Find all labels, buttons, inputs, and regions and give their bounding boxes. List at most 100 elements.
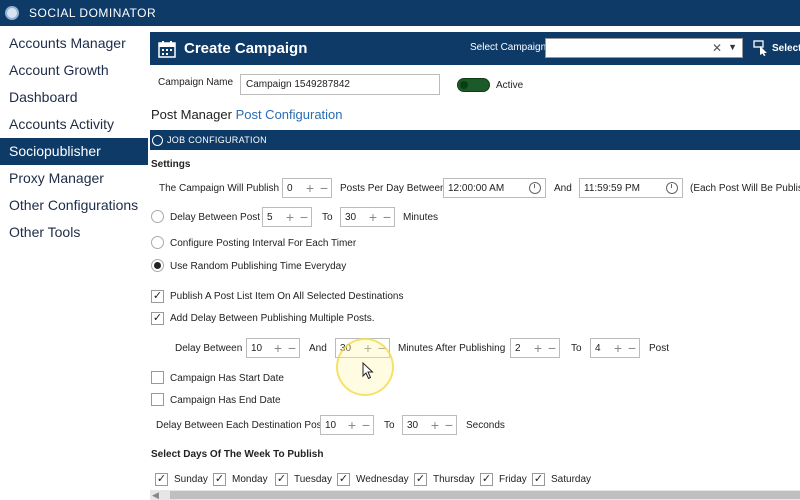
sidebar: Accounts Manager Account Growth Dashboar… xyxy=(0,30,148,246)
calendar-icon xyxy=(158,40,176,58)
select-campaign-dropdown[interactable]: ✕ ▼ xyxy=(545,38,743,58)
end-time-value: 11:59:59 PM xyxy=(584,182,640,194)
dest-from-stepper[interactable]: 10 + − xyxy=(320,415,374,435)
configure-interval-radio[interactable] xyxy=(151,236,164,249)
select-button[interactable]: Select xyxy=(772,43,800,54)
delay-between-post-radio[interactable] xyxy=(151,210,164,223)
tab-post-manager[interactable]: Post Manager xyxy=(151,107,232,122)
plus-icon[interactable]: + xyxy=(303,179,317,197)
day-checkbox[interactable]: ✓ xyxy=(337,473,350,486)
plus-icon[interactable]: + xyxy=(366,208,380,226)
posts-per-day-value: 0 xyxy=(287,182,293,194)
day-checkbox[interactable]: ✓ xyxy=(213,473,226,486)
clock-icon[interactable] xyxy=(529,182,541,194)
start-time-picker[interactable]: 12:00:00 AM xyxy=(443,178,546,198)
minus-icon[interactable]: − xyxy=(359,416,373,434)
end-date-checkbox[interactable] xyxy=(151,393,164,406)
minus-icon[interactable]: − xyxy=(380,208,394,226)
after-from-stepper[interactable]: 2 + − xyxy=(510,338,560,358)
add-delay-checkbox[interactable]: ✓ xyxy=(151,312,164,325)
day-saturday[interactable]: ✓ Saturday xyxy=(532,473,591,486)
sidebar-item-sociopublisher[interactable]: Sociopublisher xyxy=(0,138,148,165)
scroll-left-icon[interactable]: ◀ xyxy=(152,490,159,500)
day-friday[interactable]: ✓ Friday xyxy=(480,473,527,486)
day-wednesday[interactable]: ✓ Wednesday xyxy=(337,473,409,486)
plus-icon[interactable]: + xyxy=(345,416,359,434)
sidebar-item-accounts-activity[interactable]: Accounts Activity xyxy=(0,111,148,138)
start-date-checkbox[interactable] xyxy=(151,371,164,384)
clear-icon[interactable]: ✕ xyxy=(712,41,722,55)
day-thursday[interactable]: ✓ Thursday xyxy=(414,473,475,486)
sidebar-item-other-configurations[interactable]: Other Configurations xyxy=(0,192,148,219)
add-delay-label: Add Delay Between Publishing Multiple Po… xyxy=(170,313,375,324)
minus-icon[interactable]: − xyxy=(625,339,639,357)
plus-icon[interactable]: + xyxy=(611,339,625,357)
random-time-radio[interactable] xyxy=(151,259,164,272)
tab-post-configuration[interactable]: Post Configuration xyxy=(236,107,343,122)
minus-icon[interactable]: − xyxy=(442,416,456,434)
days-heading: Select Days Of The Week To Publish xyxy=(151,449,324,460)
day-checkbox[interactable]: ✓ xyxy=(480,473,493,486)
day-label: Thursday xyxy=(433,474,475,485)
day-checkbox[interactable]: ✓ xyxy=(532,473,545,486)
delay-from-value: 10 xyxy=(251,342,263,354)
delay-post-from-value: 5 xyxy=(267,211,273,223)
day-checkbox[interactable]: ✓ xyxy=(275,473,288,486)
mouse-cursor-icon xyxy=(362,362,374,380)
post-label: Post xyxy=(649,343,670,354)
scrollbar-thumb[interactable] xyxy=(170,491,800,499)
campaign-name-label: Campaign Name xyxy=(158,77,234,88)
day-label: Wednesday xyxy=(356,474,409,485)
day-checkbox[interactable]: ✓ xyxy=(414,473,427,486)
plus-icon[interactable]: + xyxy=(271,339,285,357)
day-monday[interactable]: ✓ Monday xyxy=(213,473,268,486)
title-bar: SOCIAL DOMINATOR xyxy=(0,0,800,26)
sidebar-item-accounts-manager[interactable]: Accounts Manager xyxy=(0,30,148,57)
sidebar-item-other-tools[interactable]: Other Tools xyxy=(0,219,148,246)
and-label: And xyxy=(554,183,572,194)
active-label: Active xyxy=(496,80,524,91)
day-sunday[interactable]: ✓ Sunday xyxy=(155,473,208,486)
active-toggle[interactable] xyxy=(457,78,490,92)
job-configuration-header[interactable]: JOB CONFIGURATION xyxy=(150,130,800,150)
after-to-stepper[interactable]: 4 + − xyxy=(590,338,640,358)
start-date-label: Campaign Has Start Date xyxy=(170,373,284,384)
after-to-value: 4 xyxy=(595,342,601,354)
day-tuesday[interactable]: ✓ Tuesday xyxy=(275,473,332,486)
publish-all-label: Publish A Post List Item On All Selected… xyxy=(170,291,404,302)
day-checkbox[interactable]: ✓ xyxy=(155,473,168,486)
minus-icon[interactable]: − xyxy=(297,208,311,226)
end-time-picker[interactable]: 11:59:59 PM xyxy=(579,178,683,198)
plus-icon[interactable]: + xyxy=(283,208,297,226)
and-label-2: And xyxy=(309,343,327,354)
select-campaign-label: Select Campaign xyxy=(470,42,547,53)
sidebar-item-dashboard[interactable]: Dashboard xyxy=(0,84,148,111)
app-logo-icon xyxy=(5,6,19,20)
chevron-down-icon[interactable]: ▼ xyxy=(728,42,737,52)
select-cursor-icon[interactable] xyxy=(753,40,769,56)
end-date-label: Campaign Has End Date xyxy=(170,395,281,406)
delay-post-to-stepper[interactable]: 30 + − xyxy=(340,207,395,227)
minus-icon[interactable]: − xyxy=(317,179,331,197)
plus-icon[interactable]: + xyxy=(428,416,442,434)
after-from-value: 2 xyxy=(515,342,521,354)
each-post-note: (Each Post Will Be Published xyxy=(690,183,800,194)
campaign-name-input[interactable]: Campaign 1549287842 xyxy=(240,74,440,95)
delay-post-from-stepper[interactable]: 5 + − xyxy=(262,207,312,227)
plus-icon[interactable]: + xyxy=(531,339,545,357)
clock-icon[interactable] xyxy=(666,182,678,194)
posts-per-day-between-label: Posts Per Day Between xyxy=(340,183,446,194)
settings-heading: Settings xyxy=(151,159,191,170)
minus-icon[interactable]: − xyxy=(545,339,559,357)
sidebar-item-account-growth[interactable]: Account Growth xyxy=(0,57,148,84)
minus-icon[interactable]: − xyxy=(285,339,299,357)
collapse-icon[interactable] xyxy=(152,134,163,146)
dest-to-stepper[interactable]: 30 + − xyxy=(402,415,457,435)
to-label-3: To xyxy=(384,420,395,431)
dest-to-value: 30 xyxy=(407,419,419,431)
delay-from-stepper[interactable]: 10 + − xyxy=(246,338,300,358)
sidebar-item-proxy-manager[interactable]: Proxy Manager xyxy=(0,165,148,192)
posts-per-day-stepper[interactable]: 0 + − xyxy=(282,178,332,198)
destination-delay-label: Delay Between Each Destination Post xyxy=(156,420,325,431)
publish-all-checkbox[interactable]: ✓ xyxy=(151,290,164,303)
